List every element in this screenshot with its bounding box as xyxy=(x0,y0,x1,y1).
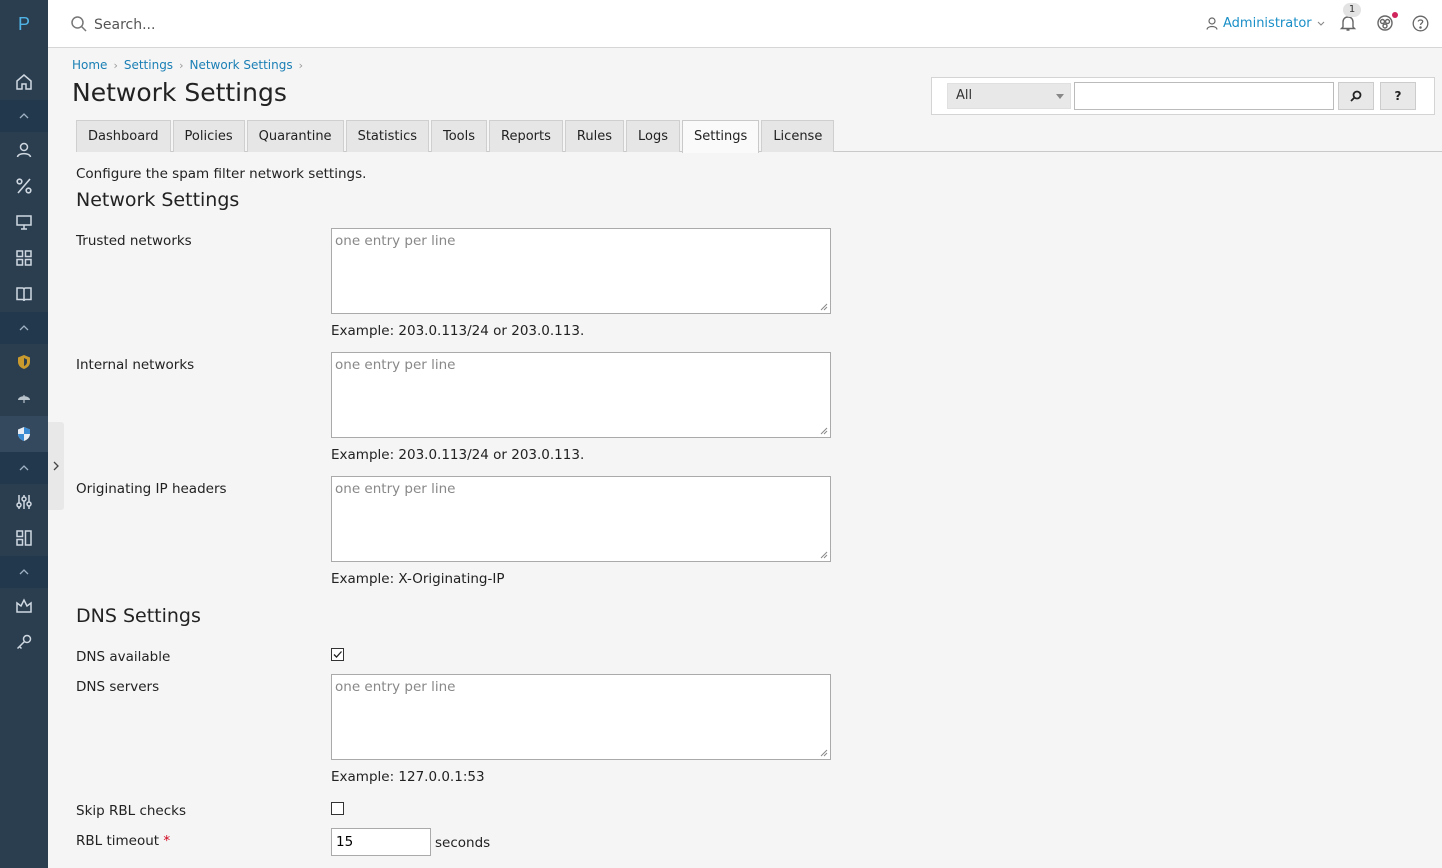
top-bar: Administrator 1 xyxy=(48,0,1442,48)
users-nav-icon[interactable] xyxy=(0,132,48,168)
help-icon xyxy=(1412,15,1429,32)
main-content: Home › Settings › Network Settings › Net… xyxy=(72,48,1442,868)
app-logo[interactable]: P xyxy=(0,14,48,35)
checkmark-icon xyxy=(333,651,342,658)
collapse-group-icon[interactable] xyxy=(0,452,48,484)
originating-ip-headers-example: Example: X-Originating-IP xyxy=(331,571,505,587)
search-icon xyxy=(1350,90,1362,102)
dns-servers-textarea[interactable] xyxy=(331,674,831,760)
crown-nav-icon[interactable] xyxy=(0,588,48,624)
rbl-timeout-input[interactable] xyxy=(331,828,431,856)
collapse-group-icon[interactable] xyxy=(0,312,48,344)
tab-license[interactable]: License xyxy=(761,120,835,152)
extensions-button[interactable] xyxy=(1376,12,1398,36)
chevron-right-icon xyxy=(53,461,59,471)
help-button[interactable] xyxy=(1412,15,1429,36)
network-section-title: Network Settings xyxy=(76,189,240,211)
chevron-right-icon: › xyxy=(179,58,184,72)
required-marker: * xyxy=(163,833,171,849)
spam-filter-extension-icon[interactable] xyxy=(0,416,48,452)
tab-tools[interactable]: Tools xyxy=(431,120,488,152)
internal-networks-textarea[interactable] xyxy=(331,352,831,438)
search-button[interactable] xyxy=(1338,82,1374,110)
umbrella-extension-icon[interactable] xyxy=(0,380,48,416)
user-menu[interactable]: Administrator xyxy=(1206,16,1325,31)
breadcrumb-settings[interactable]: Settings xyxy=(124,58,173,72)
resize-grip-icon[interactable] xyxy=(820,749,828,757)
sliders-nav-icon[interactable] xyxy=(0,484,48,520)
search-help-button[interactable]: ? xyxy=(1380,82,1416,110)
search-icon xyxy=(70,15,88,37)
tab-reports[interactable]: Reports xyxy=(489,120,563,152)
user-icon xyxy=(1206,17,1218,30)
caret-down-icon xyxy=(1056,94,1064,99)
alert-dot xyxy=(1392,12,1398,18)
tab-statistics[interactable]: Statistics xyxy=(345,120,429,152)
trusted-networks-label: Trusted networks xyxy=(76,233,192,249)
tab-rules[interactable]: Rules xyxy=(564,120,624,152)
rbl-timeout-unit: seconds xyxy=(435,835,491,851)
resize-grip-icon[interactable] xyxy=(820,427,828,435)
dns-available-checkbox[interactable] xyxy=(331,648,344,661)
tab-bar: Dashboard Policies Quarantine Statistics… xyxy=(76,120,1442,153)
security-extension-icon[interactable] xyxy=(0,344,48,380)
global-search-input[interactable] xyxy=(94,14,694,36)
dns-section-title: DNS Settings xyxy=(76,605,201,627)
dns-servers-example: Example: 127.0.0.1:53 xyxy=(331,769,485,785)
chevron-right-icon: › xyxy=(298,58,304,72)
dns-available-label: DNS available xyxy=(76,649,171,665)
extensions-icon xyxy=(1377,15,1393,31)
notifications-button[interactable]: 1 xyxy=(1339,3,1361,36)
internal-networks-label: Internal networks xyxy=(76,357,195,373)
notification-count-badge: 1 xyxy=(1343,3,1361,17)
rbl-timeout-label: RBL timeout * xyxy=(76,833,170,849)
resize-grip-icon[interactable] xyxy=(820,551,828,559)
dashboard-blocks-nav-icon[interactable] xyxy=(0,520,48,556)
apps-grid-nav-icon[interactable] xyxy=(0,240,48,276)
internal-networks-example: Example: 203.0.113/24 or 203.0.113. xyxy=(331,447,585,463)
skip-rbl-checks-label: Skip RBL checks xyxy=(76,803,187,819)
collapse-group-icon[interactable] xyxy=(0,100,48,132)
breadcrumb-network-settings[interactable]: Network Settings xyxy=(189,58,292,72)
collapse-group-icon[interactable] xyxy=(0,556,48,588)
tab-policies[interactable]: Policies xyxy=(172,120,245,152)
trusted-networks-example: Example: 203.0.113/24 or 203.0.113. xyxy=(331,323,585,339)
tab-dashboard[interactable]: Dashboard xyxy=(76,120,171,152)
tab-settings[interactable]: Settings xyxy=(681,120,760,153)
left-navigation: P xyxy=(0,0,48,868)
resize-grip-icon[interactable] xyxy=(820,303,828,311)
tab-quarantine[interactable]: Quarantine xyxy=(246,120,344,152)
tab-logs[interactable]: Logs xyxy=(625,120,680,152)
search-scope-select[interactable]: All xyxy=(947,83,1071,109)
home-nav-icon[interactable] xyxy=(0,64,48,100)
chevron-down-icon xyxy=(1317,21,1325,26)
book-nav-icon[interactable] xyxy=(0,276,48,312)
breadcrumb: Home › Settings › Network Settings › xyxy=(72,58,309,72)
originating-ip-headers-label: Originating IP headers xyxy=(76,481,227,497)
user-name: Administrator xyxy=(1223,16,1312,31)
breadcrumb-home[interactable]: Home xyxy=(72,58,107,72)
trusted-networks-textarea[interactable] xyxy=(331,228,831,314)
search-scope-value: All xyxy=(956,88,973,103)
expand-panel-button[interactable] xyxy=(48,422,64,510)
skip-rbl-checks-checkbox[interactable] xyxy=(331,802,344,815)
key-nav-icon[interactable] xyxy=(0,624,48,660)
page-description: Configure the spam filter network settin… xyxy=(76,166,367,182)
percent-nav-icon[interactable] xyxy=(0,168,48,204)
originating-ip-headers-textarea[interactable] xyxy=(331,476,831,562)
page-title: Network Settings xyxy=(72,78,287,107)
rbl-timeout-label-text: RBL timeout xyxy=(76,833,160,849)
list-search-panel: All ? xyxy=(931,77,1435,115)
chevron-right-icon: › xyxy=(113,58,118,72)
monitor-nav-icon[interactable] xyxy=(0,204,48,240)
dns-servers-label: DNS servers xyxy=(76,679,160,695)
list-search-input[interactable] xyxy=(1074,82,1334,110)
